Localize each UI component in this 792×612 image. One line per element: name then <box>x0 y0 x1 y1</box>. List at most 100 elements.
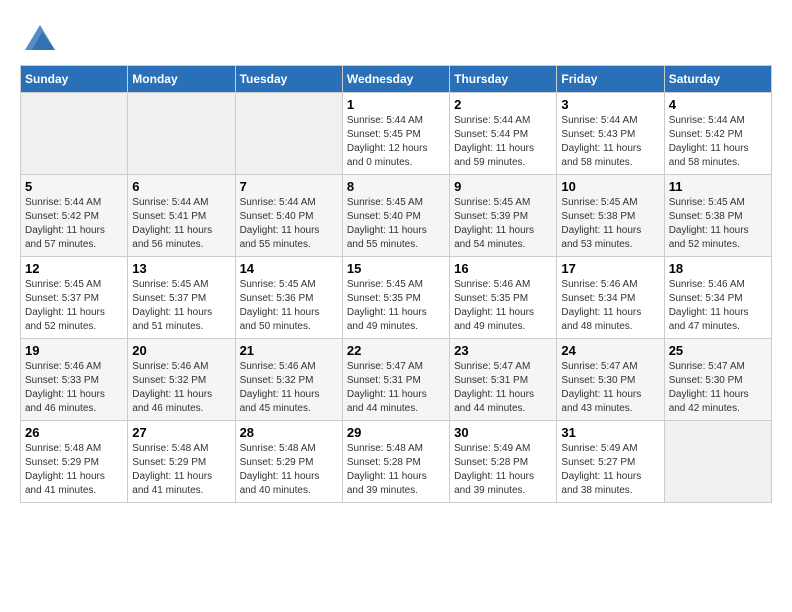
day-number: 1 <box>347 97 445 112</box>
day-number: 28 <box>240 425 338 440</box>
calendar-cell: 18 Sunrise: 5:46 AMSunset: 5:34 PMDayligh… <box>664 257 771 339</box>
calendar-cell <box>664 421 771 503</box>
day-info: Sunrise: 5:47 AMSunset: 5:31 PMDaylight:… <box>347 360 445 416</box>
calendar-cell: 17 Sunrise: 5:46 AMSunset: 5:34 PMDayligh… <box>557 257 664 339</box>
day-info: Sunrise: 5:44 AMSunset: 5:42 PMDaylight:… <box>25 196 123 252</box>
day-number: 10 <box>561 179 659 194</box>
calendar-cell <box>128 93 235 175</box>
day-info: Sunrise: 5:47 AMSunset: 5:30 PMDaylight:… <box>561 360 659 416</box>
calendar-cell: 16Sunrise: 5:46 AMSunset: 5:35 PMDayligh… <box>450 257 557 339</box>
logo <box>20 20 66 55</box>
calendar-week-row: 5 Sunrise: 5:44 AMSunset: 5:42 PMDaylight… <box>21 175 772 257</box>
page-header <box>20 20 772 55</box>
calendar-cell: 11 Sunrise: 5:45 AMSunset: 5:38 PMDayligh… <box>664 175 771 257</box>
day-number: 30 <box>454 425 552 440</box>
day-number: 25 <box>669 343 767 358</box>
day-info: Sunrise: 5:46 AMSunset: 5:34 PMDaylight:… <box>669 278 767 334</box>
day-number: 23 <box>454 343 552 358</box>
calendar-cell: 6 Sunrise: 5:44 AMSunset: 5:41 PMDaylight… <box>128 175 235 257</box>
calendar-cell: 8Sunrise: 5:45 AMSunset: 5:40 PMDaylight… <box>342 175 449 257</box>
day-number: 14 <box>240 261 338 276</box>
calendar-cell <box>21 93 128 175</box>
day-number: 27 <box>132 425 230 440</box>
day-info: Sunrise: 5:45 AMSunset: 5:40 PMDaylight:… <box>347 196 445 252</box>
calendar-table: SundayMondayTuesdayWednesdayThursdayFrid… <box>20 65 772 503</box>
logo-icon <box>20 20 60 55</box>
weekday-header-row: SundayMondayTuesdayWednesdayThursdayFrid… <box>21 66 772 93</box>
day-info: Sunrise: 5:44 AMSunset: 5:45 PMDaylight:… <box>347 114 445 170</box>
weekday-header: Monday <box>128 66 235 93</box>
calendar-week-row: 26 Sunrise: 5:48 AMSunset: 5:29 PMDayligh… <box>21 421 772 503</box>
calendar-cell: 13Sunrise: 5:45 AMSunset: 5:37 PMDayligh… <box>128 257 235 339</box>
day-info: Sunrise: 5:47 AMSunset: 5:30 PMDaylight:… <box>669 360 767 416</box>
weekday-header: Sunday <box>21 66 128 93</box>
day-info: Sunrise: 5:46 AMSunset: 5:34 PMDaylight:… <box>561 278 659 334</box>
day-info: Sunrise: 5:45 AMSunset: 5:35 PMDaylight:… <box>347 278 445 334</box>
weekday-header: Tuesday <box>235 66 342 93</box>
day-info: Sunrise: 5:45 AMSunset: 5:37 PMDaylight:… <box>132 278 230 334</box>
day-number: 11 <box>669 179 767 194</box>
day-number: 31 <box>561 425 659 440</box>
day-number: 12 <box>25 261 123 276</box>
day-info: Sunrise: 5:49 AMSunset: 5:27 PMDaylight:… <box>561 442 659 498</box>
day-info: Sunrise: 5:46 AMSunset: 5:32 PMDaylight:… <box>240 360 338 416</box>
calendar-cell: 1 Sunrise: 5:44 AMSunset: 5:45 PMDaylight… <box>342 93 449 175</box>
calendar-cell: 15 Sunrise: 5:45 AMSunset: 5:35 PMDayligh… <box>342 257 449 339</box>
weekday-header: Friday <box>557 66 664 93</box>
calendar-cell: 7 Sunrise: 5:44 AMSunset: 5:40 PMDaylight… <box>235 175 342 257</box>
calendar-cell: 27 Sunrise: 5:48 AMSunset: 5:29 PMDayligh… <box>128 421 235 503</box>
day-number: 17 <box>561 261 659 276</box>
day-number: 5 <box>25 179 123 194</box>
day-number: 21 <box>240 343 338 358</box>
day-info: Sunrise: 5:46 AMSunset: 5:32 PMDaylight:… <box>132 360 230 416</box>
calendar-week-row: 1 Sunrise: 5:44 AMSunset: 5:45 PMDaylight… <box>21 93 772 175</box>
day-number: 19 <box>25 343 123 358</box>
day-info: Sunrise: 5:48 AMSunset: 5:28 PMDaylight:… <box>347 442 445 498</box>
calendar-cell: 28Sunrise: 5:48 AMSunset: 5:29 PMDayligh… <box>235 421 342 503</box>
calendar-cell <box>235 93 342 175</box>
day-info: Sunrise: 5:45 AMSunset: 5:36 PMDaylight:… <box>240 278 338 334</box>
day-number: 26 <box>25 425 123 440</box>
day-info: Sunrise: 5:45 AMSunset: 5:37 PMDaylight:… <box>25 278 123 334</box>
weekday-header: Wednesday <box>342 66 449 93</box>
day-number: 22 <box>347 343 445 358</box>
calendar-cell: 30 Sunrise: 5:49 AMSunset: 5:28 PMDayligh… <box>450 421 557 503</box>
calendar-cell: 12 Sunrise: 5:45 AMSunset: 5:37 PMDayligh… <box>21 257 128 339</box>
day-info: Sunrise: 5:45 AMSunset: 5:38 PMDaylight:… <box>669 196 767 252</box>
day-number: 7 <box>240 179 338 194</box>
calendar-cell: 9 Sunrise: 5:45 AMSunset: 5:39 PMDaylight… <box>450 175 557 257</box>
calendar-week-row: 12 Sunrise: 5:45 AMSunset: 5:37 PMDayligh… <box>21 257 772 339</box>
calendar-cell: 21 Sunrise: 5:46 AMSunset: 5:32 PMDayligh… <box>235 339 342 421</box>
day-info: Sunrise: 5:49 AMSunset: 5:28 PMDaylight:… <box>454 442 552 498</box>
day-number: 15 <box>347 261 445 276</box>
calendar-cell: 19Sunrise: 5:46 AMSunset: 5:33 PMDayligh… <box>21 339 128 421</box>
day-info: Sunrise: 5:47 AMSunset: 5:31 PMDaylight:… <box>454 360 552 416</box>
calendar-cell: 3 Sunrise: 5:44 AMSunset: 5:43 PMDaylight… <box>557 93 664 175</box>
day-number: 24 <box>561 343 659 358</box>
day-number: 3 <box>561 97 659 112</box>
day-number: 18 <box>669 261 767 276</box>
day-info: Sunrise: 5:44 AMSunset: 5:44 PMDaylight:… <box>454 114 552 170</box>
calendar-cell: 20 Sunrise: 5:46 AMSunset: 5:32 PMDayligh… <box>128 339 235 421</box>
day-info: Sunrise: 5:48 AMSunset: 5:29 PMDaylight:… <box>132 442 230 498</box>
calendar-cell: 24 Sunrise: 5:47 AMSunset: 5:30 PMDayligh… <box>557 339 664 421</box>
day-number: 29 <box>347 425 445 440</box>
day-number: 6 <box>132 179 230 194</box>
day-number: 2 <box>454 97 552 112</box>
day-info: Sunrise: 5:45 AMSunset: 5:38 PMDaylight:… <box>561 196 659 252</box>
calendar-cell: 10 Sunrise: 5:45 AMSunset: 5:38 PMDayligh… <box>557 175 664 257</box>
calendar-cell: 4Sunrise: 5:44 AMSunset: 5:42 PMDaylight… <box>664 93 771 175</box>
calendar-cell: 31 Sunrise: 5:49 AMSunset: 5:27 PMDayligh… <box>557 421 664 503</box>
day-info: Sunrise: 5:44 AMSunset: 5:43 PMDaylight:… <box>561 114 659 170</box>
day-info: Sunrise: 5:44 AMSunset: 5:41 PMDaylight:… <box>132 196 230 252</box>
day-info: Sunrise: 5:45 AMSunset: 5:39 PMDaylight:… <box>454 196 552 252</box>
day-info: Sunrise: 5:44 AMSunset: 5:40 PMDaylight:… <box>240 196 338 252</box>
day-number: 9 <box>454 179 552 194</box>
calendar-cell: 29 Sunrise: 5:48 AMSunset: 5:28 PMDayligh… <box>342 421 449 503</box>
weekday-header: Saturday <box>664 66 771 93</box>
calendar-cell: 5 Sunrise: 5:44 AMSunset: 5:42 PMDaylight… <box>21 175 128 257</box>
day-number: 20 <box>132 343 230 358</box>
calendar-week-row: 19Sunrise: 5:46 AMSunset: 5:33 PMDayligh… <box>21 339 772 421</box>
day-number: 16 <box>454 261 552 276</box>
day-number: 4 <box>669 97 767 112</box>
